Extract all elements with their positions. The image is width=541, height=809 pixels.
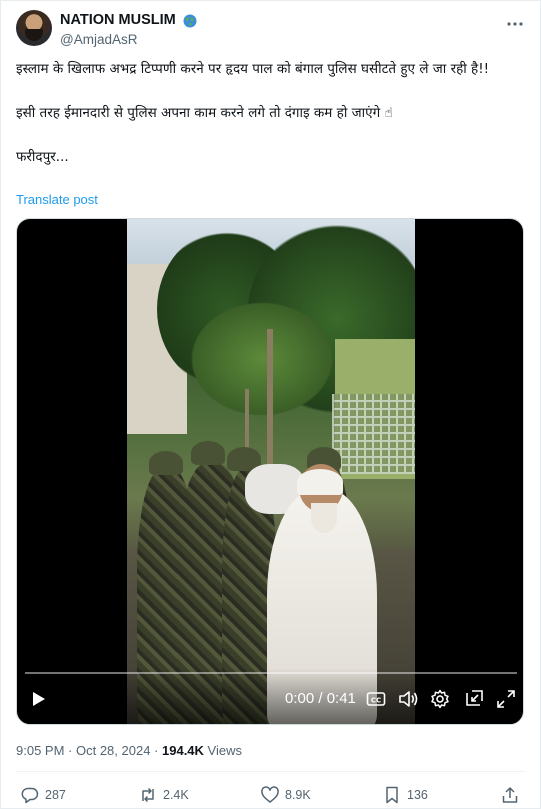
tweet-text: इस्लाम के खिलाफ अभद्र टिप्पणी करने पर हृ… <box>16 58 526 168</box>
video-controls: 0:00 / 0:41 CC <box>17 668 523 724</box>
video-progress-bar[interactable] <box>25 672 517 674</box>
more-options-icon[interactable] <box>505 14 525 34</box>
action-bar: 287 2.4K 8.9K 136 <box>16 784 524 806</box>
captions-icon[interactable]: CC <box>365 688 387 710</box>
share-icon <box>502 787 518 803</box>
globe-icon <box>183 14 197 28</box>
like-button[interactable]: 8.9K <box>260 784 311 806</box>
svg-text:CC: CC <box>371 696 381 704</box>
meta-separator: · <box>64 743 76 758</box>
fullscreen-icon[interactable] <box>495 688 517 710</box>
divider <box>16 771 525 772</box>
volume-icon[interactable] <box>397 688 419 710</box>
translate-post-link[interactable]: Translate post <box>16 192 98 207</box>
reply-count: 287 <box>45 788 66 802</box>
tweet-header: NATION MUSLIM @AmjadAsR <box>16 10 525 50</box>
reply-button[interactable]: 287 <box>20 784 66 806</box>
bookmark-icon <box>386 786 398 804</box>
author-handle[interactable]: @AmjadAsR <box>60 31 197 49</box>
picture-in-picture-icon[interactable] <box>463 688 485 710</box>
reply-icon <box>21 787 39 804</box>
tweet-meta: 9:05 PM · Oct 28, 2024 · 194.4K Views <box>16 742 242 760</box>
tweet-text-line: फरीदपुर... <box>16 149 69 165</box>
settings-gear-icon[interactable] <box>429 688 451 710</box>
repost-button[interactable]: 2.4K <box>138 784 189 806</box>
video-player[interactable]: 0:00 / 0:41 CC <box>16 218 524 725</box>
post-time[interactable]: 9:05 PM <box>16 743 64 758</box>
like-count: 8.9K <box>285 788 311 802</box>
heart-icon <box>261 786 279 803</box>
repost-icon <box>142 787 154 803</box>
tweet-text-line: इस्लाम के खिलाफ अभद्र टिप्पणी करने पर हृ… <box>16 61 490 77</box>
post-date[interactable]: Oct 28, 2024 <box>76 743 150 758</box>
views-count: 194.4K <box>162 743 204 758</box>
bookmark-count: 136 <box>407 788 428 802</box>
video-time: 0:00 / 0:41 <box>285 690 356 707</box>
views-label: Views <box>203 743 242 758</box>
tweet-text-line: इसी तरह ईमानदारी से पुलिस अपना काम करने … <box>16 105 393 121</box>
author-display-name[interactable]: NATION MUSLIM <box>60 12 176 29</box>
repost-count: 2.4K <box>163 788 189 802</box>
bookmark-button[interactable]: 136 <box>382 784 428 806</box>
play-icon[interactable] <box>27 688 49 710</box>
avatar[interactable] <box>16 10 52 46</box>
share-button[interactable] <box>500 784 525 806</box>
meta-separator: · <box>150 743 162 758</box>
author-info[interactable]: NATION MUSLIM @AmjadAsR <box>60 12 197 49</box>
video-thumbnail[interactable] <box>127 219 415 724</box>
